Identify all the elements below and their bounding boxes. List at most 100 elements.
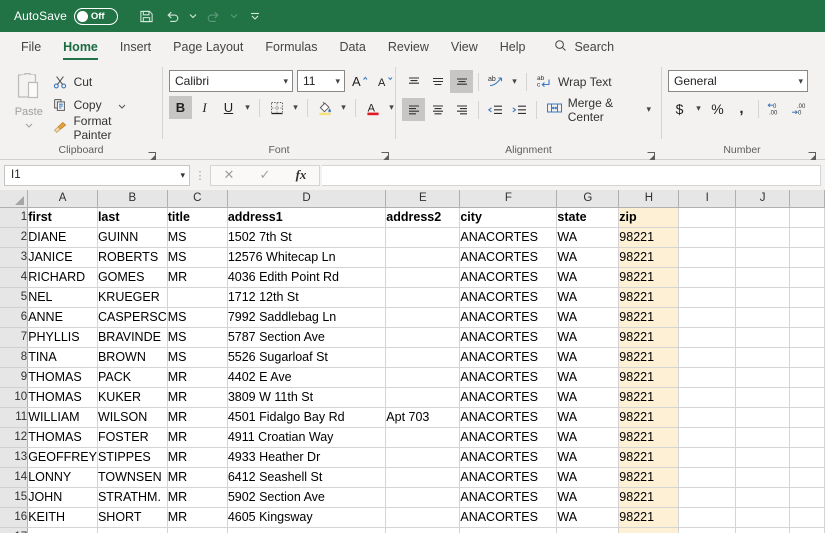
row-header-13[interactable]: 13 bbox=[0, 447, 29, 468]
cell-H11[interactable]: 98221 bbox=[618, 407, 680, 428]
cell-E8[interactable] bbox=[385, 347, 461, 368]
chevron-down-icon[interactable]: ▾ bbox=[180, 170, 185, 181]
cell-E5[interactable] bbox=[385, 287, 461, 308]
cell-J1[interactable] bbox=[735, 207, 791, 228]
cell-G6[interactable]: WA bbox=[556, 307, 620, 328]
cell-overflow-17[interactable] bbox=[789, 527, 825, 533]
cell-overflow-4[interactable] bbox=[789, 267, 825, 288]
customize-quick-access-toolbar-icon[interactable] bbox=[242, 3, 268, 29]
row-header-16[interactable]: 16 bbox=[0, 507, 29, 528]
comma-style-button[interactable]: , bbox=[730, 97, 753, 120]
italic-button[interactable]: I bbox=[193, 96, 216, 119]
cell-J14[interactable] bbox=[735, 467, 791, 488]
cell-overflow-3[interactable] bbox=[789, 247, 825, 268]
tab-review[interactable]: Review bbox=[377, 32, 440, 62]
select-all-button[interactable] bbox=[0, 190, 29, 208]
underline-button[interactable]: U bbox=[217, 96, 240, 119]
row-header-14[interactable]: 14 bbox=[0, 467, 29, 488]
increase-decimal-button[interactable]: 0 .00 bbox=[764, 97, 787, 120]
cell-C2[interactable]: MS bbox=[167, 227, 228, 248]
row-header-12[interactable]: 12 bbox=[0, 427, 29, 448]
cell-J2[interactable] bbox=[735, 227, 791, 248]
cell-F3[interactable]: ANACORTES bbox=[459, 247, 558, 268]
merge-and-center-button[interactable]: Merge & Center ▾ bbox=[542, 96, 655, 124]
cell-F6[interactable]: ANACORTES bbox=[459, 307, 558, 328]
cell-J8[interactable] bbox=[735, 347, 791, 368]
cell-H10[interactable]: 98221 bbox=[618, 387, 680, 408]
cut-button[interactable]: Cut bbox=[52, 71, 156, 92]
increase-indent-button[interactable] bbox=[508, 98, 531, 121]
cell-B8[interactable]: BROWN bbox=[97, 347, 168, 368]
cell-F2[interactable]: ANACORTES bbox=[459, 227, 558, 248]
paste-dropdown-icon[interactable] bbox=[25, 119, 33, 131]
copy-button[interactable]: Copy bbox=[52, 94, 156, 115]
cell-overflow-16[interactable] bbox=[789, 507, 825, 528]
cell-B3[interactable]: ROBERTS bbox=[97, 247, 168, 268]
decrease-decimal-button[interactable]: .00 0 bbox=[788, 97, 811, 120]
cell-B6[interactable]: CASPERSC bbox=[97, 307, 168, 328]
cell-D7[interactable]: 5787 Section Ave bbox=[227, 327, 387, 348]
cell-E9[interactable] bbox=[385, 367, 461, 388]
cell-H2[interactable]: 98221 bbox=[618, 227, 680, 248]
cell-H9[interactable]: 98221 bbox=[618, 367, 680, 388]
save-icon[interactable] bbox=[134, 3, 160, 29]
cell-E11[interactable]: Apt 703 bbox=[385, 407, 461, 428]
cell-A2[interactable]: DIANE bbox=[27, 227, 98, 248]
column-header-g[interactable]: G bbox=[556, 190, 620, 208]
cell-overflow-2[interactable] bbox=[789, 227, 825, 248]
percent-format-button[interactable]: % bbox=[706, 97, 729, 120]
cell-overflow-9[interactable] bbox=[789, 367, 825, 388]
chevron-down-icon[interactable]: ▾ bbox=[794, 76, 803, 87]
cell-G11[interactable]: WA bbox=[556, 407, 620, 428]
row-header-2[interactable]: 2 bbox=[0, 227, 29, 248]
cell-A7[interactable]: PHYLLIS bbox=[27, 327, 98, 348]
cell-B12[interactable]: FOSTER bbox=[97, 427, 168, 448]
cell-G16[interactable]: WA bbox=[556, 507, 620, 528]
cell-A15[interactable]: JOHN bbox=[27, 487, 98, 508]
undo-icon[interactable] bbox=[160, 3, 186, 29]
cell-E15[interactable] bbox=[385, 487, 461, 508]
cell-A8[interactable]: TINA bbox=[27, 347, 98, 368]
cell-C9[interactable]: MR bbox=[167, 367, 228, 388]
cell-C16[interactable]: MR bbox=[167, 507, 228, 528]
cell-H15[interactable]: 98221 bbox=[618, 487, 680, 508]
row-header-7[interactable]: 7 bbox=[0, 327, 29, 348]
number-format-select[interactable]: General ▾ bbox=[668, 70, 808, 92]
cell-F15[interactable]: ANACORTES bbox=[459, 487, 558, 508]
tab-home[interactable]: Home bbox=[52, 32, 109, 62]
cell-A11[interactable]: WILLIAM bbox=[27, 407, 98, 428]
cell-I12[interactable] bbox=[678, 427, 736, 448]
tab-page-layout[interactable]: Page Layout bbox=[162, 32, 254, 62]
cell-C7[interactable]: MS bbox=[167, 327, 228, 348]
cell-A16[interactable]: KEITH bbox=[27, 507, 98, 528]
cell-D3[interactable]: 12576 Whitecap Ln bbox=[227, 247, 387, 268]
cell-D8[interactable]: 5526 Sugarloaf St bbox=[227, 347, 387, 368]
cell-B1[interactable]: last bbox=[97, 207, 168, 228]
cell-D17[interactable] bbox=[227, 527, 387, 533]
cell-I2[interactable] bbox=[678, 227, 736, 248]
cell-E3[interactable] bbox=[385, 247, 461, 268]
cell-I13[interactable] bbox=[678, 447, 736, 468]
cell-I3[interactable] bbox=[678, 247, 736, 268]
underline-dropdown-icon[interactable]: ▾ bbox=[241, 96, 254, 119]
chevron-down-icon[interactable]: ▾ bbox=[279, 76, 288, 87]
fill-color-dropdown-icon[interactable]: ▾ bbox=[337, 96, 350, 119]
cell-overflow-1[interactable] bbox=[789, 207, 825, 228]
cell-G14[interactable]: WA bbox=[556, 467, 620, 488]
align-right-button[interactable] bbox=[450, 98, 473, 121]
clipboard-dialog-launcher-icon[interactable] bbox=[147, 148, 157, 160]
cell-E17[interactable] bbox=[385, 527, 461, 533]
cell-F9[interactable]: ANACORTES bbox=[459, 367, 558, 388]
font-name-input[interactable]: Calibri ▾ bbox=[169, 70, 293, 92]
cell-G13[interactable]: WA bbox=[556, 447, 620, 468]
cell-I11[interactable] bbox=[678, 407, 736, 428]
cell-I16[interactable] bbox=[678, 507, 736, 528]
format-painter-button[interactable]: Format Painter bbox=[52, 114, 156, 142]
cell-F5[interactable]: ANACORTES bbox=[459, 287, 558, 308]
cell-H16[interactable]: 98221 bbox=[618, 507, 680, 528]
cell-A9[interactable]: THOMAS bbox=[27, 367, 98, 388]
cell-A17[interactable] bbox=[27, 527, 98, 533]
cell-F8[interactable]: ANACORTES bbox=[459, 347, 558, 368]
row-header-11[interactable]: 11 bbox=[0, 407, 29, 428]
cell-H1[interactable]: zip bbox=[618, 207, 680, 228]
